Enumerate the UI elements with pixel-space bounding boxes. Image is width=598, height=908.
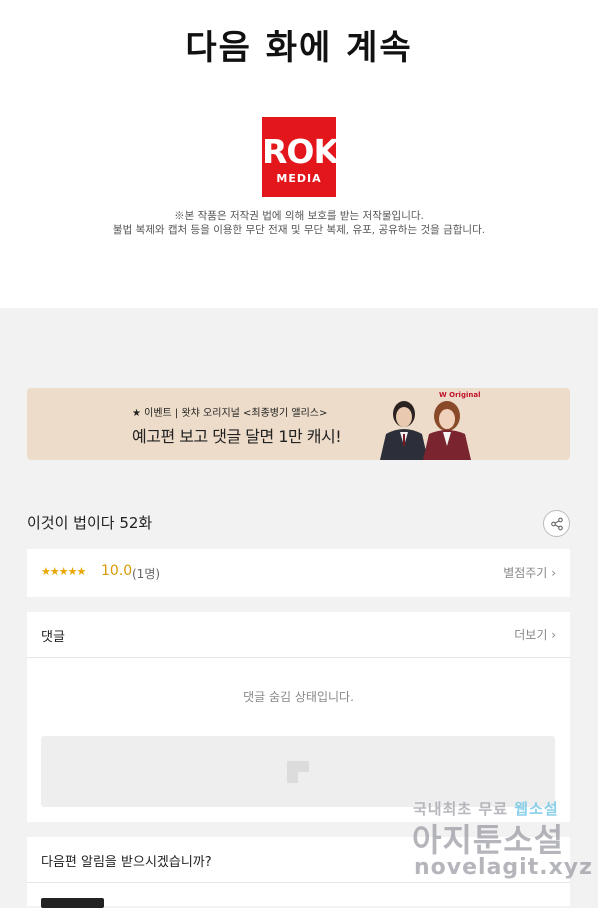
divider bbox=[27, 657, 570, 658]
episode-title: 이것이 법이다 52화 bbox=[27, 514, 153, 532]
rating-card: ★★★★★ 10.0 (1명) 별점주기 › bbox=[27, 549, 570, 597]
copyright-notice-line1: ※본 작품은 저작권 법에 의해 보호를 받는 저작물입니다. bbox=[174, 210, 424, 222]
share-button[interactable] bbox=[543, 510, 570, 537]
banner-event-label: ★ 이벤트 | 왓챠 오리지널 <최종병기 앨리스> bbox=[132, 408, 328, 419]
star-rating-icons: ★★★★★ bbox=[41, 565, 86, 578]
more-label: 더보기 bbox=[514, 628, 548, 642]
rating-count: (1명) bbox=[132, 567, 161, 581]
to-be-continued-title: 다음 화에 계속 bbox=[185, 28, 413, 68]
comment-input-placeholder[interactable] bbox=[41, 736, 555, 807]
share-icon bbox=[550, 517, 563, 530]
character-illustration-female bbox=[423, 401, 471, 460]
rate-button[interactable]: 별점주기 › bbox=[503, 564, 556, 581]
comments-hidden-message: 댓글 숨김 상태입니다. bbox=[243, 690, 354, 704]
comments-header: 댓글 bbox=[41, 630, 65, 645]
logo-text-rok: ROK bbox=[262, 132, 339, 171]
notify-thumbnail bbox=[41, 898, 104, 908]
rok-media-logo: ROK MEDIA bbox=[262, 117, 339, 197]
comments-more-link[interactable]: 더보기 › bbox=[514, 626, 556, 643]
comments-card: 댓글 더보기 › 댓글 숨김 상태입니다. bbox=[27, 612, 570, 822]
rate-button-label: 별점주기 bbox=[503, 566, 548, 580]
watermark-line3: novelagit.xyz bbox=[414, 855, 593, 880]
end-of-episode-panel: 다음 화에 계속 ROK MEDIA ※본 작품은 저작권 법에 의해 보호를 … bbox=[0, 0, 598, 308]
banner-headline: 예고편 보고 댓글 달면 1만 캐시! bbox=[132, 427, 342, 446]
chevron-right-icon: › bbox=[551, 628, 556, 642]
rating-score: 10.0 bbox=[101, 563, 133, 579]
divider bbox=[27, 882, 570, 883]
event-banner[interactable]: ★ 이벤트 | 왓챠 오리지널 <최종병기 앨리스> 예고편 보고 댓글 달면 … bbox=[27, 388, 570, 460]
image-placeholder-icon bbox=[287, 761, 309, 783]
chevron-right-icon: › bbox=[551, 566, 556, 580]
copyright-notice-line2: 불법 복제와 캡처 등을 이용한 무단 전재 및 무단 복제, 유포, 공유하는… bbox=[112, 224, 486, 236]
notify-question: 다음편 알림을 받으시겠습니까? bbox=[41, 855, 212, 870]
